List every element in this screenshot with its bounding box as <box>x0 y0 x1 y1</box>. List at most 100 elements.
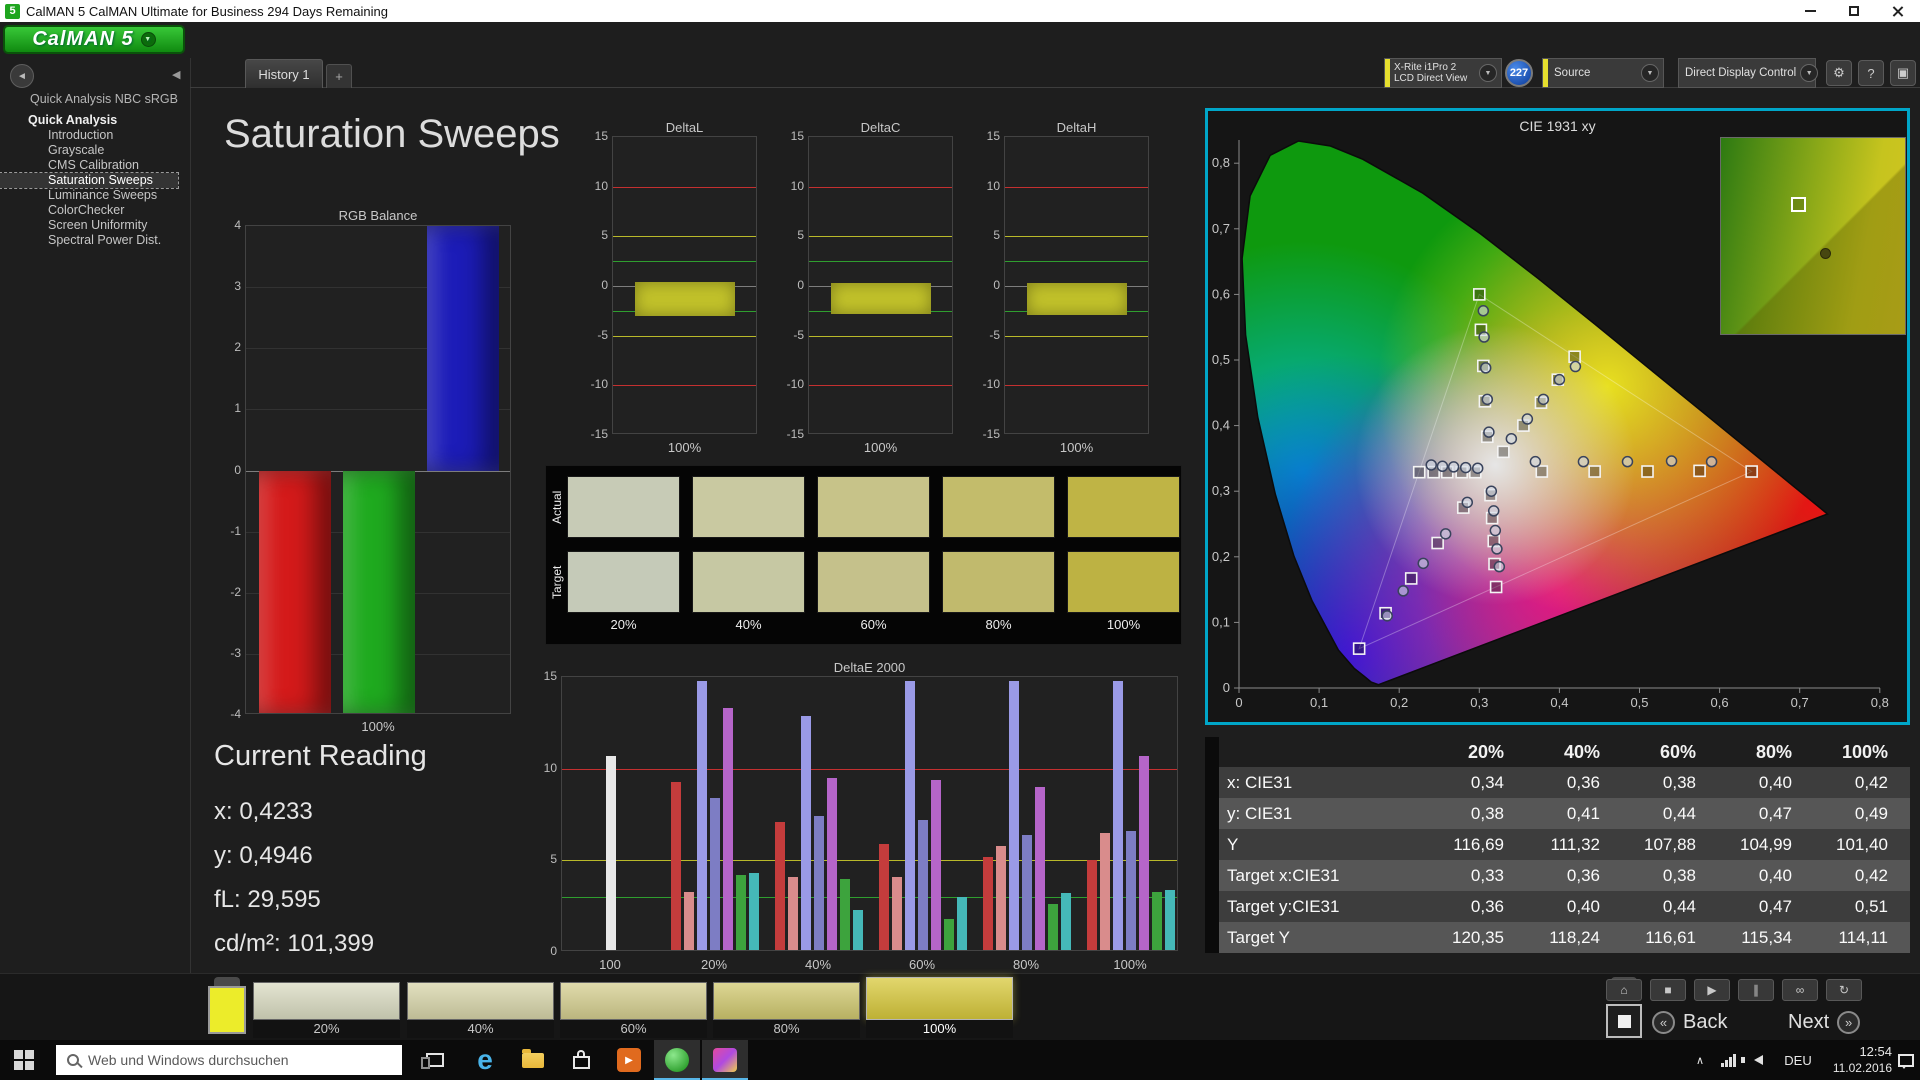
tab-history-1[interactable]: History 1 <box>245 59 323 88</box>
taskbar-item-paint[interactable] <box>702 1040 748 1080</box>
source-label: Source <box>1548 67 1637 79</box>
loop-button[interactable]: ∞ <box>1782 979 1818 1001</box>
measured-point <box>1492 544 1502 554</box>
target-point <box>1642 466 1653 477</box>
meter-name: X-Rite i1Pro 2 <box>1394 62 1475 73</box>
red-balance-bar <box>259 471 331 715</box>
x-axis-label: 100% <box>612 440 757 455</box>
y-tick-label: 3 <box>215 278 241 294</box>
stop-measure-button[interactable] <box>1606 1004 1642 1038</box>
task-view-button[interactable] <box>412 1040 458 1080</box>
measured-point <box>1398 586 1408 596</box>
notification-icon <box>1898 1054 1914 1067</box>
taskbar-item-store[interactable] <box>558 1040 604 1080</box>
sidebar-item-cms-calibration[interactable]: CMS Calibration <box>0 158 190 173</box>
home-button[interactable]: ⌂ <box>1606 979 1642 1001</box>
swatch-face <box>866 977 1013 1020</box>
gear-icon: ⚙ <box>1833 65 1845 81</box>
pause-button[interactable]: ∥ <box>1738 979 1774 1001</box>
back-nav-button[interactable]: ◄ <box>10 64 34 88</box>
saturation-swatch-20%[interactable]: 20% <box>253 982 400 1038</box>
plus-icon: + <box>335 69 343 84</box>
y-tick-label: -1 <box>215 523 241 539</box>
y-tick-label: 2 <box>215 339 241 355</box>
measured-point <box>1490 526 1500 536</box>
source-dropdown[interactable]: Source ▼ <box>1542 58 1664 88</box>
sidebar-item-spectral-power-dist-[interactable]: Spectral Power Dist. <box>0 233 190 248</box>
row-label: Y <box>1219 835 1430 855</box>
maximize-button[interactable] <box>1832 0 1876 22</box>
swatch-label: 40% <box>407 1020 554 1038</box>
reference-line <box>1005 187 1148 188</box>
back-button[interactable]: « Back <box>1652 1006 1727 1038</box>
reading-y: y: 0,4946 <box>214 842 313 870</box>
y-tick-label: -15 <box>582 426 608 442</box>
swatch-face <box>253 982 400 1020</box>
start-button[interactable] <box>0 1040 48 1080</box>
column-label: 80% <box>942 617 1055 632</box>
measured-point <box>1554 375 1564 385</box>
reference-line <box>1005 236 1148 237</box>
infinity-icon: ∞ <box>1796 983 1805 997</box>
saturation-swatch-40%[interactable]: 40% <box>407 982 554 1038</box>
blue-balance-bar <box>427 226 499 471</box>
add-tab-button[interactable]: + <box>326 64 352 88</box>
meter-dropdown[interactable]: X-Rite i1Pro 2 LCD Direct View ▼ <box>1384 58 1502 88</box>
x-tick-label: 20% <box>679 957 749 972</box>
tray-network-icon[interactable] <box>1716 1040 1740 1080</box>
help-button[interactable]: ? <box>1858 60 1884 86</box>
saturation-swatch-100%[interactable]: 100% <box>866 977 1013 1038</box>
sidebar-item-luminance-sweeps[interactable]: Luminance Sweeps <box>0 188 190 203</box>
table-cell: 0,41 <box>1526 804 1622 824</box>
sidebar-item-screen-uniformity[interactable]: Screen Uniformity <box>0 218 190 233</box>
refresh-button[interactable]: ↻ <box>1826 979 1862 1001</box>
delta-e-bar <box>671 782 681 952</box>
delta-e-bar <box>931 780 941 951</box>
stop-small-button[interactable]: ■ <box>1650 979 1686 1001</box>
sidebar-item-grayscale[interactable]: Grayscale <box>0 143 190 158</box>
window-title: CalMAN 5 CalMAN Ultimate for Business 29… <box>26 4 1788 19</box>
maximize-icon <box>1849 6 1859 16</box>
chart-title: DeltaL <box>612 120 757 135</box>
display-control-label: Direct Display Control <box>1679 67 1796 79</box>
taskbar-item-media[interactable]: ▶ <box>606 1040 652 1080</box>
tray-clock[interactable]: 12:54 11.02.2016 <box>1833 1043 1892 1077</box>
target-swatch-100% <box>1067 551 1180 613</box>
sidebar-item-saturation-sweeps[interactable]: Saturation Sweeps <box>0 173 178 188</box>
tray-language[interactable]: DEU <box>1780 1040 1816 1080</box>
y-tick-label: 0 <box>531 943 557 959</box>
settings-button[interactable]: ⚙ <box>1826 60 1852 86</box>
reading-count-badge[interactable]: 227 <box>1505 59 1533 87</box>
sidebar-collapse-icon[interactable]: ◀ <box>172 68 180 81</box>
row-label-target: Target <box>548 551 566 613</box>
action-center-button[interactable] <box>1894 1040 1918 1080</box>
sidebar-item-quick-analysis[interactable]: Quick Analysis <box>0 113 190 128</box>
saturation-swatch-80%[interactable]: 80% <box>713 982 860 1038</box>
layout-button[interactable]: ▣ <box>1890 60 1916 86</box>
taskbar-item-explorer[interactable] <box>510 1040 556 1080</box>
tray-volume-icon[interactable] <box>1746 1040 1770 1080</box>
tray-hidden-icons-button[interactable]: ∧ <box>1688 1040 1712 1080</box>
saturation-swatch-60%[interactable]: 60% <box>560 982 707 1038</box>
taskbar-item-calman[interactable] <box>654 1040 700 1080</box>
target-point <box>1432 538 1443 549</box>
play-button[interactable]: ▶ <box>1694 979 1730 1001</box>
sidebar-item-colorchecker[interactable]: ColorChecker <box>0 203 190 218</box>
display-control-dropdown[interactable]: Direct Display Control ▼ <box>1678 58 1816 88</box>
next-button[interactable]: Next » <box>1788 1006 1860 1038</box>
table-row: y: CIE310,380,410,440,470,49 <box>1205 798 1910 829</box>
measured-point <box>1622 457 1632 467</box>
logo-dropdown-icon[interactable]: ▼ <box>141 32 156 47</box>
minimize-button[interactable] <box>1788 0 1832 22</box>
delta-e-bar <box>1113 681 1123 951</box>
chevron-up-icon: ∧ <box>1696 1054 1704 1067</box>
taskbar-search-input[interactable]: Web und Windows durchsuchen <box>56 1045 402 1075</box>
taskbar-item-edge[interactable]: e <box>462 1040 508 1080</box>
calman-logo[interactable]: CalMAN 5 ▼ <box>3 25 185 54</box>
measured-point <box>1426 460 1436 470</box>
reference-line <box>809 236 952 237</box>
close-button[interactable] <box>1876 0 1920 22</box>
delta-h-chart: DeltaH 100% 151050-5-10-15 <box>974 120 1149 465</box>
current-patch-swatch[interactable] <box>208 986 246 1034</box>
sidebar-item-introduction[interactable]: Introduction <box>0 128 190 143</box>
